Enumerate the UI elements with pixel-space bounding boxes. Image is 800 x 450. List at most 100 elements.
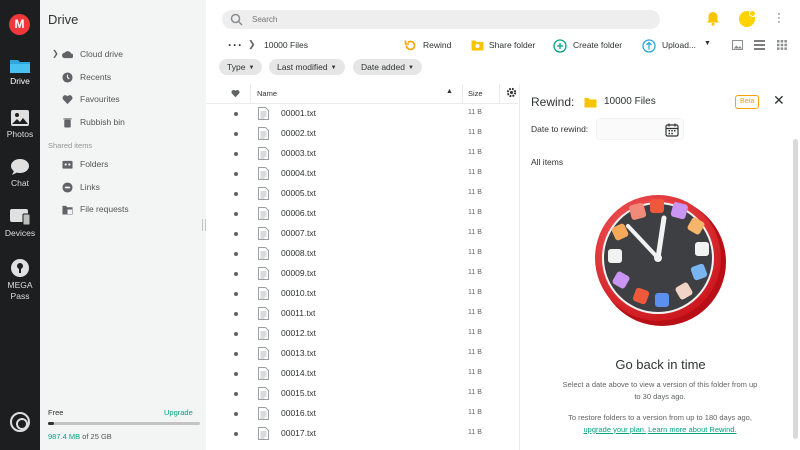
column-name[interactable]: Name (257, 89, 277, 98)
favourite-dot-icon[interactable] (234, 132, 238, 136)
table-row[interactable]: 00003.txt 11 B (206, 144, 518, 164)
table-row[interactable]: 00005.txt 11 B (206, 184, 518, 204)
chevron-right-icon[interactable]: ❯ (52, 49, 59, 58)
shared-items-label: Shared items (48, 141, 93, 150)
favourite-dot-icon[interactable] (234, 412, 238, 416)
table-row[interactable]: 00012.txt 11 B (206, 324, 518, 344)
table-row[interactable]: 00017.txt 11 B (206, 424, 518, 444)
calendar-icon[interactable] (665, 123, 679, 137)
favourite-dot-icon[interactable] (234, 272, 238, 276)
favourite-dot-icon[interactable] (234, 372, 238, 376)
text-file-icon (258, 427, 269, 440)
rail-item-devices[interactable]: Devices (0, 208, 40, 238)
file-name: 00015.txt (281, 388, 316, 398)
table-row[interactable]: 00014.txt 11 B (206, 364, 518, 384)
rail-item-chat[interactable]: Chat (0, 158, 40, 188)
favourite-dot-icon[interactable] (234, 392, 238, 396)
upgrade-link[interactable]: Upgrade (164, 408, 193, 417)
breadcrumb[interactable]: 10000 Files (264, 40, 308, 50)
heart-icon[interactable] (231, 89, 240, 98)
rail-label: Photos (6, 129, 34, 139)
chevron-down-icon[interactable]: ▼ (704, 40, 711, 47)
table-row[interactable]: 00009.txt 11 B (206, 264, 518, 284)
sidebar-item-folders[interactable]: Folders (40, 156, 206, 174)
favourite-dot-icon[interactable] (234, 312, 238, 316)
rail-item-pass[interactable]: MEGA Pass (0, 258, 40, 302)
date-picker-field[interactable] (596, 118, 684, 140)
share-folder-button[interactable]: Share folder (471, 38, 541, 54)
file-size: 11 B (468, 129, 482, 136)
search-box[interactable] (222, 10, 660, 29)
create-folder-button[interactable]: Create folder (553, 38, 628, 54)
thumbnail-view-icon[interactable] (732, 40, 743, 50)
table-row[interactable]: 00007.txt 11 B (206, 224, 518, 244)
filter-date-added[interactable]: Date added ▼ (353, 59, 422, 75)
text-file-icon (258, 147, 269, 160)
table-row[interactable]: 00013.txt 11 B (206, 344, 518, 364)
table-row[interactable]: 00016.txt 11 B (206, 404, 518, 424)
shared-folder-icon (62, 160, 73, 169)
favourite-dot-icon[interactable] (234, 432, 238, 436)
rewind-icon (404, 40, 416, 51)
table-row[interactable]: 00002.txt 11 B (206, 124, 518, 144)
table-row[interactable]: 00015.txt 11 B (206, 384, 518, 404)
sort-up-icon[interactable]: ▲ (446, 88, 453, 95)
sidebar-item-recents[interactable]: Recents (40, 69, 206, 87)
file-size: 11 B (468, 229, 482, 236)
storage-bar (48, 422, 200, 425)
more-menu-icon[interactable]: · · · (776, 9, 782, 28)
gear-icon[interactable] (506, 87, 517, 98)
panel-scrollbar[interactable] (793, 139, 798, 439)
table-row[interactable]: 00010.txt 11 B (206, 284, 518, 304)
search-input[interactable] (252, 13, 632, 26)
favourite-dot-icon[interactable] (234, 212, 238, 216)
favourite-dot-icon[interactable] (234, 192, 238, 196)
file-name: 00001.txt (281, 108, 316, 118)
file-size: 11 B (468, 249, 482, 256)
favourite-dot-icon[interactable] (234, 352, 238, 356)
storage-bar-fill (48, 422, 54, 425)
table-row[interactable]: 00004.txt 11 B (206, 164, 518, 184)
rail-item-photos[interactable]: Photos (0, 109, 40, 139)
filter-type[interactable]: Type ▼ (219, 59, 263, 75)
table-row[interactable]: 00011.txt 11 B (206, 304, 518, 324)
file-size: 11 B (468, 349, 482, 356)
file-name: 00009.txt (281, 268, 316, 278)
transfers-icon[interactable] (10, 412, 30, 432)
filter-last-modified[interactable]: Last modified ▼ (269, 59, 345, 75)
rewind-panel: Rewind: 10000 Files Beta ✕ Date to rewin… (519, 84, 800, 450)
favourite-dot-icon[interactable] (234, 292, 238, 296)
favourite-dot-icon[interactable] (234, 332, 238, 336)
more-horizontal-icon[interactable]: ··· (228, 38, 243, 52)
upgrade-plan-link[interactable]: upgrade your plan. (583, 425, 646, 434)
sidebar-item-file-requests[interactable]: File requests (40, 201, 206, 219)
grid-view-icon[interactable] (777, 40, 787, 50)
mega-logo[interactable]: M (9, 14, 30, 35)
text-file-icon (258, 387, 269, 400)
app-rail: M Drive Photos Chat Devices MEGA Pass (0, 0, 40, 450)
sidebar-item-links[interactable]: Links (40, 179, 206, 197)
column-size[interactable]: Size (468, 89, 483, 98)
favourite-dot-icon[interactable] (234, 252, 238, 256)
rewind-button[interactable]: Rewind (404, 38, 454, 54)
favourite-dot-icon[interactable] (234, 172, 238, 176)
favourite-dot-icon[interactable] (234, 152, 238, 156)
favourite-dot-icon[interactable] (234, 232, 238, 236)
avatar[interactable] (739, 10, 756, 27)
trash-icon (63, 118, 72, 128)
bell-icon[interactable] (706, 11, 720, 26)
favourite-dot-icon[interactable] (234, 112, 238, 116)
sidebar-item-rubbish-bin[interactable]: Rubbish bin (40, 114, 206, 132)
upload-button[interactable]: Upload... ▼ (642, 38, 712, 54)
close-icon[interactable]: ✕ (773, 93, 785, 107)
list-view-icon[interactable] (754, 40, 765, 50)
table-row[interactable]: 00001.txt 11 B (206, 104, 518, 124)
sidebar-item-cloud-drive[interactable]: ❯ Cloud drive (40, 46, 206, 64)
text-file-icon (258, 327, 269, 340)
rail-item-drive[interactable]: Drive (0, 57, 40, 86)
table-row[interactable]: 00008.txt 11 B (206, 244, 518, 264)
learn-more-link[interactable]: Learn more about Rewind. (648, 425, 736, 434)
sidebar-item-favourites[interactable]: Favourites (40, 91, 206, 109)
file-size: 11 B (468, 209, 482, 216)
table-row[interactable]: 00006.txt 11 B (206, 204, 518, 224)
